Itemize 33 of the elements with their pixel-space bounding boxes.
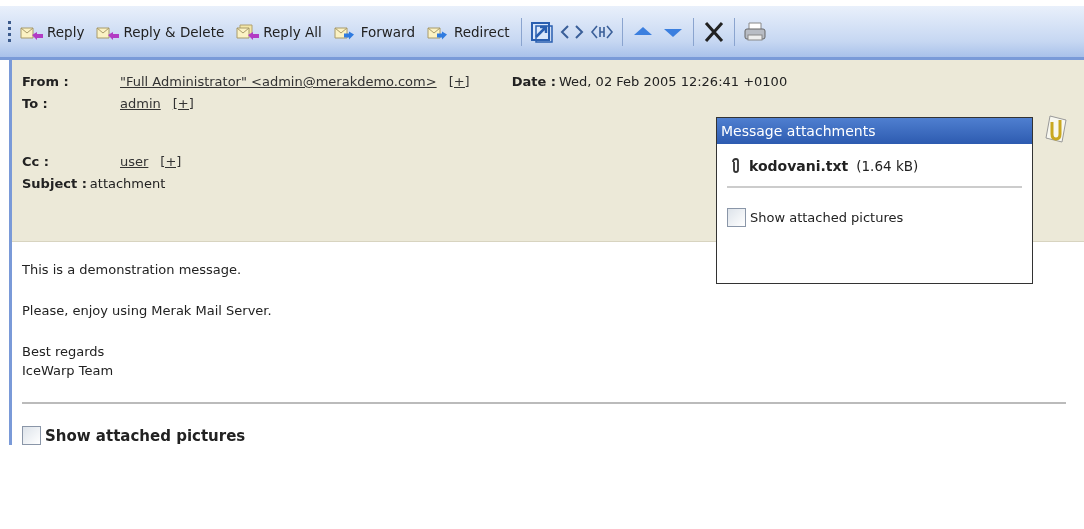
address-link[interactable]: admin xyxy=(120,96,161,111)
toolbar-button[interactable]: Redirect xyxy=(423,18,513,45)
field-label: Subject : xyxy=(22,176,87,191)
address-link[interactable]: user xyxy=(120,154,149,169)
grip-icon[interactable] xyxy=(8,20,11,43)
add-contact-link[interactable]: [+] xyxy=(172,96,194,111)
attachment-link[interactable]: kodovani.txt xyxy=(749,158,849,174)
toolbar-button[interactable]: Forward xyxy=(330,18,418,45)
toolbar-button[interactable]: Reply xyxy=(17,18,88,45)
checkbox-label: Show attached pictures xyxy=(45,426,246,445)
address-link[interactable]: "Full Administrator" <admin@merakdemo.com> xyxy=(120,74,437,89)
add-contact-link[interactable]: [+] xyxy=(448,74,470,89)
message-text: Best regards IceWarp Team xyxy=(22,343,115,380)
popup-title: Message attachments xyxy=(717,118,1032,144)
checkbox-label: Show attached pictures xyxy=(750,210,904,225)
attachment-icon[interactable] xyxy=(1042,112,1070,144)
subject-value: attachment xyxy=(89,176,166,191)
field-label: Cc : xyxy=(22,154,50,169)
date-value: Wed, 02 Feb 2005 12:26:41 +0100 xyxy=(559,74,788,89)
message-text: Please, enjoy using Merak Mail Server. xyxy=(22,302,273,320)
printer-icon[interactable] xyxy=(742,20,767,43)
field-label: To : xyxy=(22,96,49,111)
toolbar-button[interactable]: Reply All xyxy=(233,18,325,45)
checkbox[interactable] xyxy=(22,426,41,445)
field-label: Date : xyxy=(511,74,556,89)
paperclip-icon xyxy=(731,158,741,174)
message-text: This is a demonstration message. xyxy=(22,261,243,279)
field-label: From : xyxy=(22,74,70,89)
popout-icon[interactable] xyxy=(529,20,554,43)
checkbox[interactable] xyxy=(727,208,746,227)
toolbar-button[interactable]: Reply & Delete xyxy=(93,18,228,45)
file-size: (1.64 kB) xyxy=(856,158,919,174)
add-contact-link[interactable]: [+] xyxy=(160,154,182,169)
